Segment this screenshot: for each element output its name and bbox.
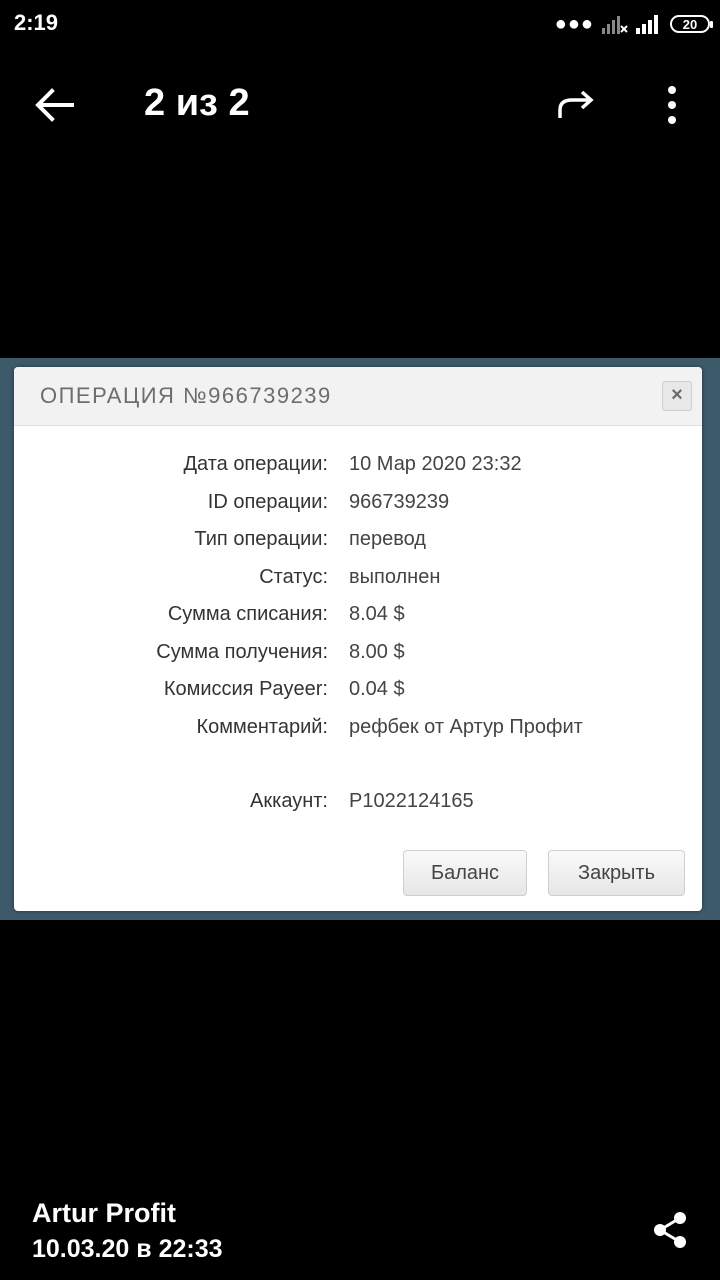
- dialog-title: ОПЕРАЦИЯ №966739239: [40, 383, 332, 408]
- forward-icon: [558, 90, 594, 118]
- detail-row-date: Дата операции: 10 Мар 2020 23:32: [14, 447, 702, 485]
- detail-value: 0.04 $: [349, 678, 405, 700]
- detail-label: Дата операции:: [183, 453, 328, 475]
- dialog-header: ОПЕРАЦИЯ №966739239 ×: [14, 367, 702, 426]
- detail-label: Комиссия Payeer:: [163, 678, 328, 700]
- back-button[interactable]: [28, 82, 78, 128]
- dialog-close-button[interactable]: ×: [662, 381, 692, 411]
- close-button[interactable]: Закрыть: [548, 850, 685, 896]
- photo-caption: Artur Profit 10.03.20 в 22:33: [32, 1198, 223, 1264]
- status-icons: ●●● 20: [554, 12, 713, 36]
- battery-icon: 20: [670, 15, 713, 33]
- detail-row-received-amount: Сумма получения: 8.00 $: [14, 635, 702, 673]
- share-icon: [654, 1212, 686, 1248]
- detail-label: Статус:: [259, 565, 328, 588]
- signal-strength-icon: [636, 15, 658, 34]
- balance-button[interactable]: Баланс: [403, 850, 527, 896]
- detail-value: 966739239: [349, 490, 450, 513]
- signal-no-service-icon: [602, 16, 628, 34]
- arrow-left-icon: [35, 88, 74, 122]
- detail-value: 8.04 $: [349, 603, 405, 625]
- detail-row-fee: Комиссия Payeer: 0.04 $: [14, 672, 702, 710]
- detail-label: Тип операции:: [194, 528, 328, 550]
- detail-value: 10 Мар 2020 23:32: [349, 453, 522, 475]
- detail-label: Сумма получения:: [156, 640, 328, 663]
- operation-dialog: ОПЕРАЦИЯ №966739239 × Дата операции: 10 …: [14, 367, 702, 911]
- detail-row-account: Аккаунт: P1022124165: [14, 784, 702, 822]
- more-options-button[interactable]: [650, 82, 694, 128]
- sender-name: Artur Profit: [32, 1198, 176, 1228]
- detail-row-debit-amount: Сумма списания: 8.04 $: [14, 597, 702, 635]
- detail-label: ID операции:: [207, 490, 328, 513]
- detail-value: перевод: [349, 528, 426, 550]
- detail-value: 8.00 $: [349, 640, 405, 663]
- detail-label: Аккаунт:: [250, 790, 328, 812]
- detail-row-id: ID операции: 966739239: [14, 485, 702, 523]
- toolbar: 2 из 2: [0, 60, 720, 150]
- detail-row-status: Статус: выполнен: [14, 560, 702, 598]
- detail-value: выполнен: [349, 565, 441, 588]
- status-time: 2:19: [14, 10, 59, 35]
- notification-dots-icon: ●●●: [554, 13, 594, 35]
- detail-label: Сумма списания:: [167, 603, 328, 625]
- sent-date: 10.03.20 в 22:33: [32, 1235, 223, 1263]
- share-button[interactable]: [648, 1208, 692, 1252]
- detail-label: Комментарий:: [196, 715, 328, 738]
- more-vert-icon: [668, 86, 676, 124]
- detail-row-type: Тип операции: перевод: [14, 522, 702, 560]
- operation-details: Дата операции: 10 Мар 2020 23:32 ID опер…: [14, 447, 702, 822]
- detail-value: рефбек от Артур Профит: [349, 715, 583, 738]
- detail-row-comment: Комментарий: рефбек от Артур Профит: [14, 710, 702, 748]
- forward-button[interactable]: [552, 82, 602, 128]
- status-bar: 2:19 ●●● 20: [0, 0, 720, 48]
- detail-value: P1022124165: [349, 790, 474, 812]
- page-counter: 2 из 2: [144, 82, 250, 124]
